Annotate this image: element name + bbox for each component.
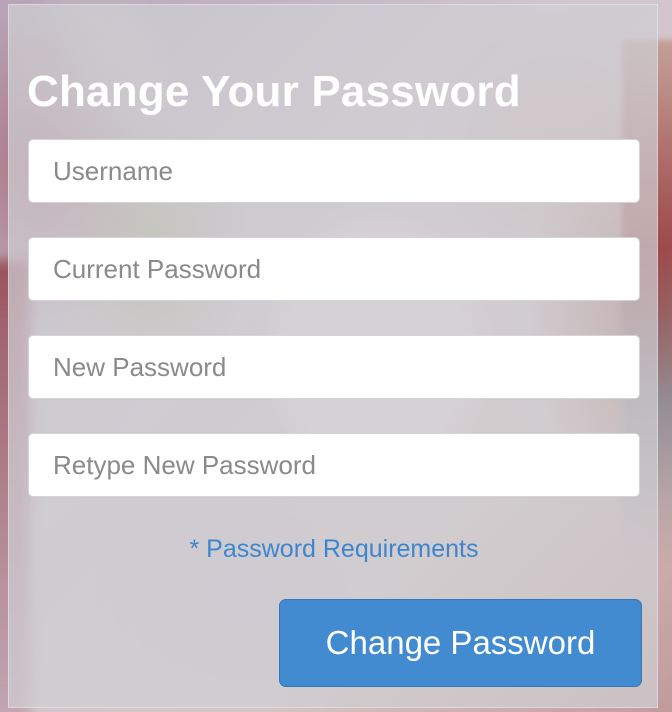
username-input[interactable]: [28, 139, 640, 203]
retype-new-password-input[interactable]: [28, 433, 640, 497]
password-requirements-link[interactable]: * Password Requirements: [9, 535, 659, 564]
change-password-card: Change Your Password * Password Requirem…: [8, 4, 658, 708]
change-password-button[interactable]: Change Password: [279, 599, 642, 687]
new-password-input[interactable]: [28, 335, 640, 399]
page-title: Change Your Password: [27, 67, 521, 116]
current-password-input[interactable]: [28, 237, 640, 301]
